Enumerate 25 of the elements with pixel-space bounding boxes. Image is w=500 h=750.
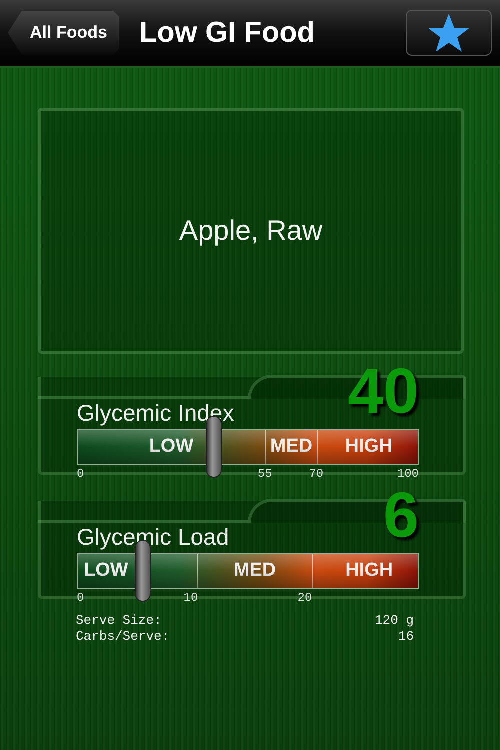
tick-label: 10 bbox=[184, 591, 198, 605]
range-label: MED bbox=[197, 554, 312, 588]
star-icon bbox=[427, 13, 471, 53]
back-button[interactable]: All Foods bbox=[8, 11, 120, 55]
favorite-button[interactable] bbox=[406, 10, 492, 56]
gauge-value: 40 bbox=[348, 359, 419, 423]
tick-label: 55 bbox=[258, 467, 272, 481]
range-label: MED bbox=[265, 430, 317, 464]
detail-label: Serve Size: bbox=[76, 613, 162, 629]
food-name: Apple, Raw bbox=[179, 215, 323, 247]
tick-label: 100 bbox=[397, 467, 419, 481]
range-label: HIGH bbox=[312, 554, 426, 588]
gauge-value: 6 bbox=[383, 483, 419, 547]
screen-title: Low GI Food bbox=[139, 16, 316, 50]
tick-label: 0 bbox=[77, 591, 84, 605]
range-label: HIGH bbox=[317, 430, 420, 464]
detail-label: Carbs/Serve: bbox=[76, 629, 170, 645]
tick-label: 20 bbox=[298, 591, 312, 605]
detail-value: 16 bbox=[398, 629, 414, 645]
range-label: LOW bbox=[148, 435, 195, 459]
range-label: LOW bbox=[83, 559, 130, 583]
detail-value: 120 g bbox=[374, 613, 414, 629]
tick-label: 70 bbox=[309, 467, 324, 481]
gauge-label: Glycemic Load bbox=[77, 524, 230, 551]
tick-label: 0 bbox=[77, 467, 84, 481]
